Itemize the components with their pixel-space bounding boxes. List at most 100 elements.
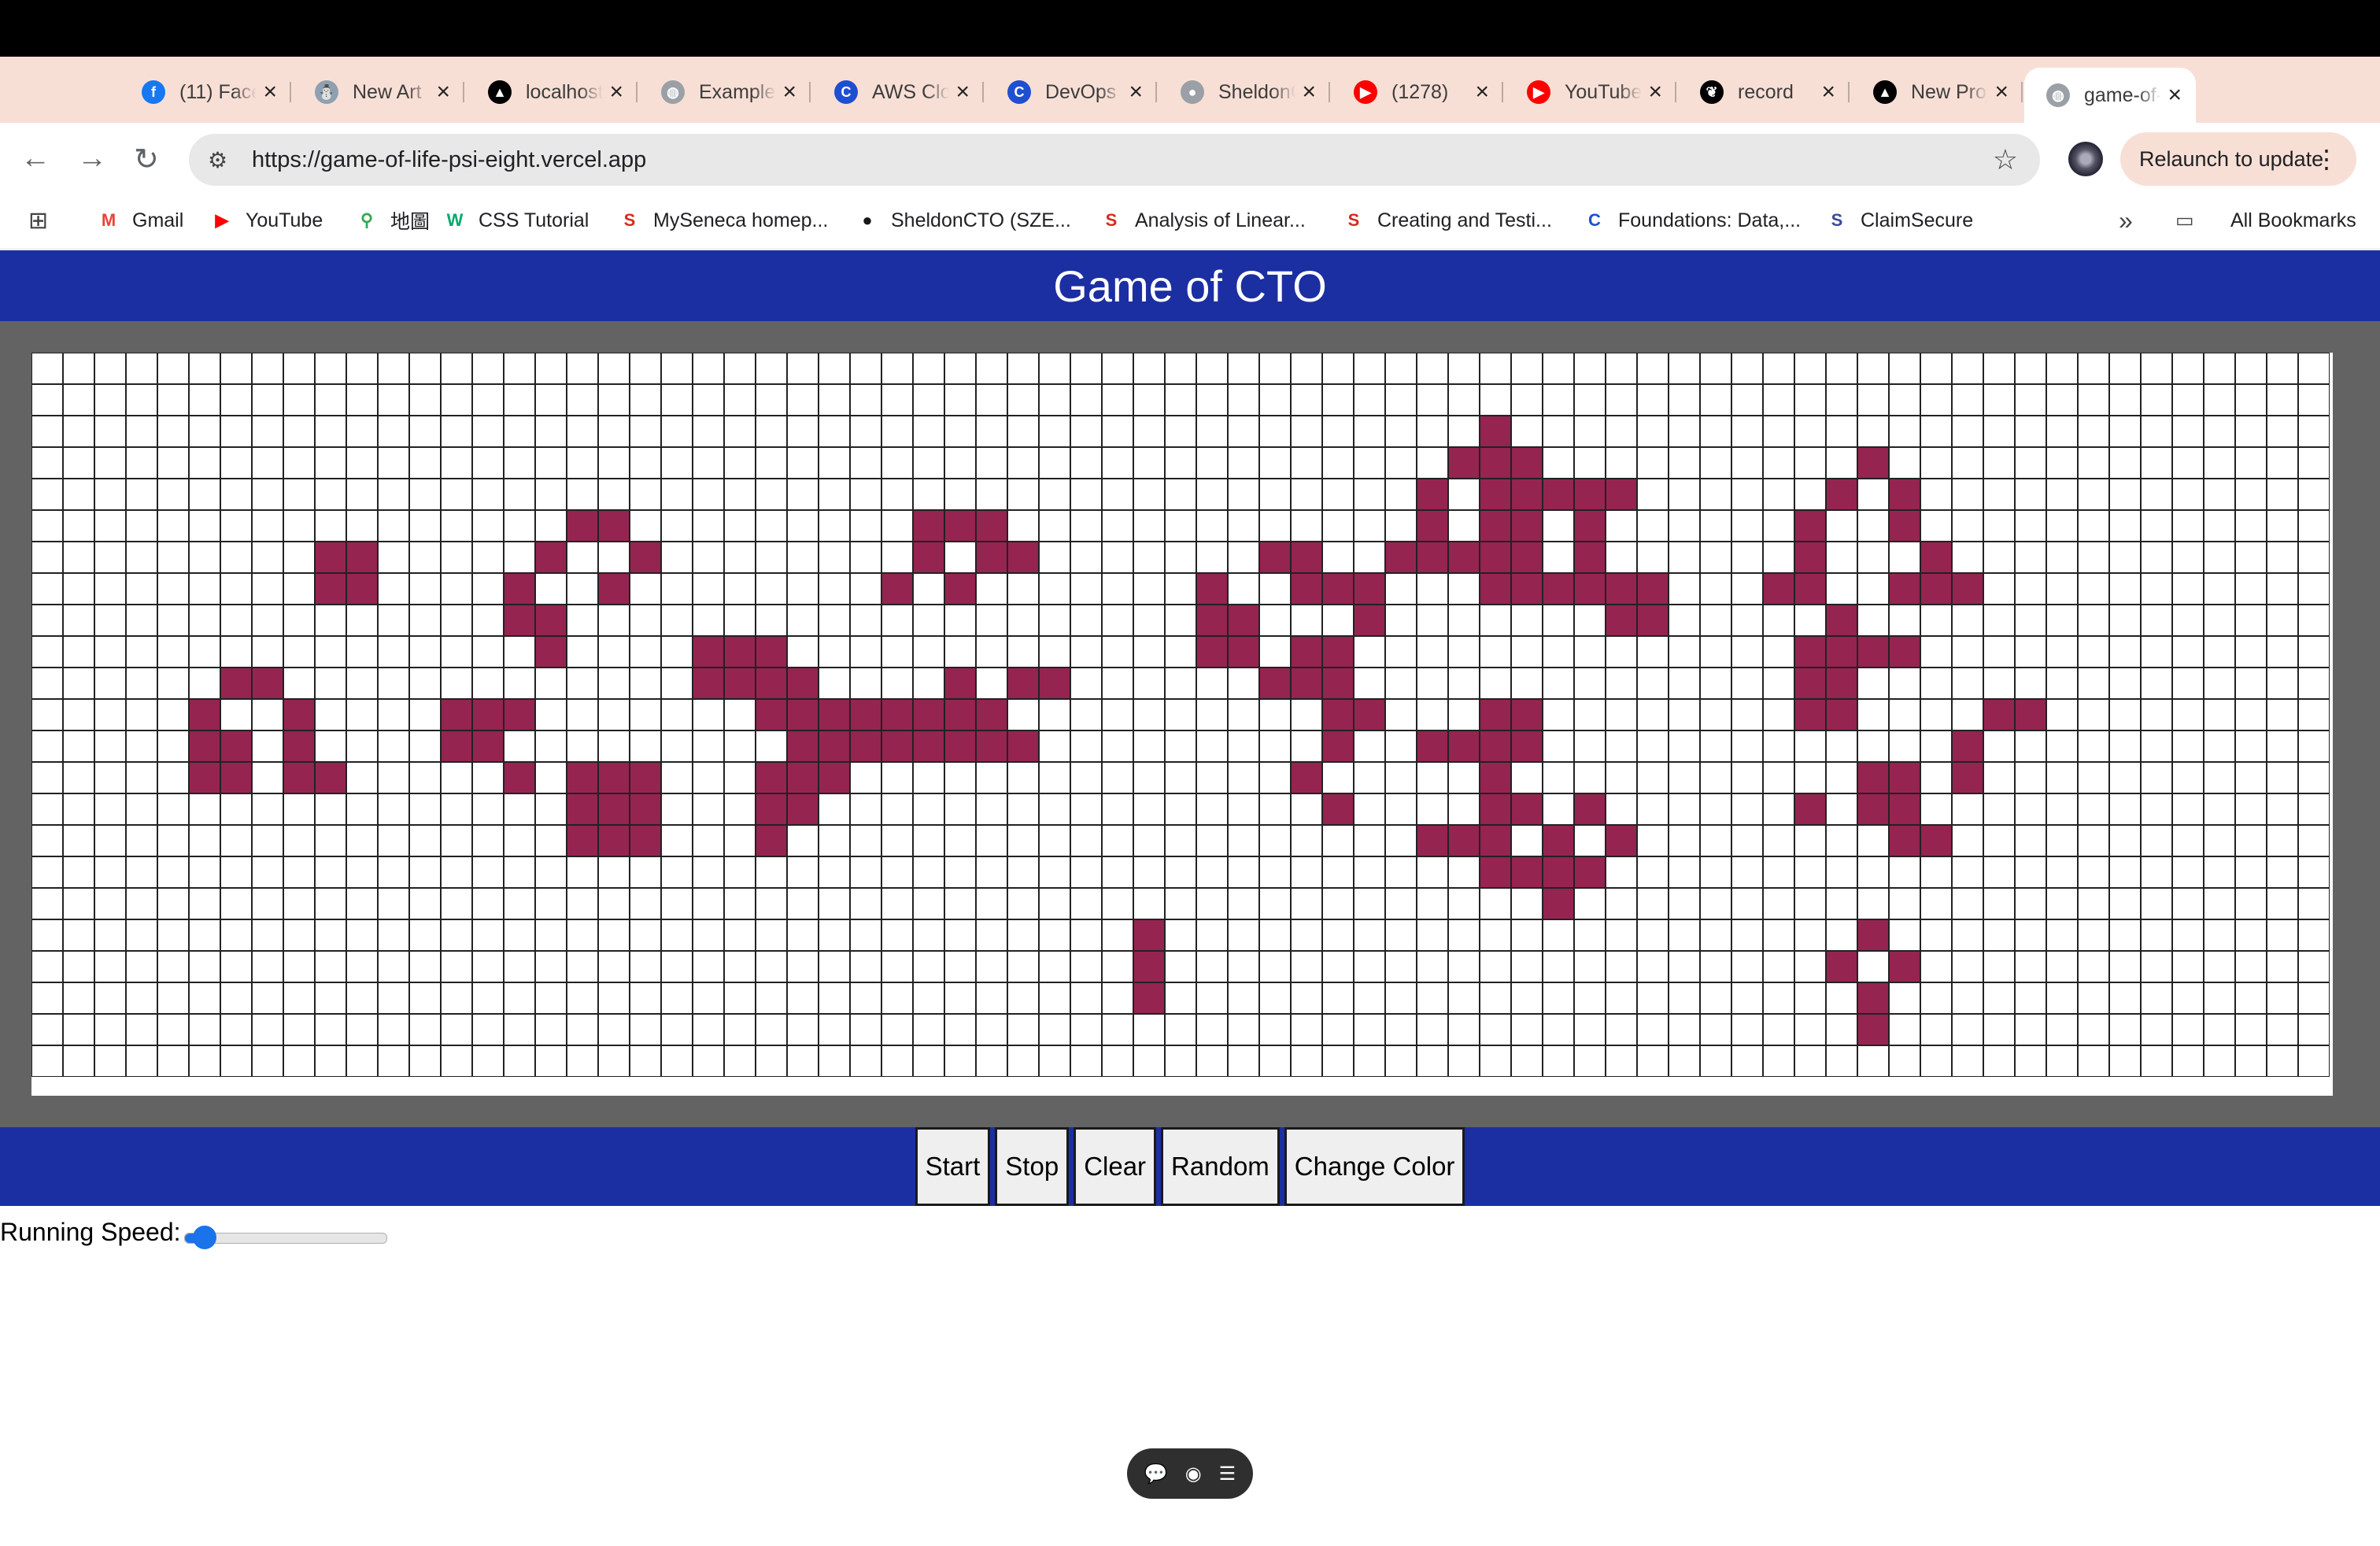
grid-cell[interactable] bbox=[441, 1045, 472, 1077]
grid-cell[interactable] bbox=[1385, 668, 1417, 699]
grid-cell[interactable] bbox=[1070, 353, 1102, 384]
grid-cell[interactable] bbox=[315, 1014, 346, 1045]
grid-cell[interactable] bbox=[472, 668, 504, 699]
grid-cell[interactable] bbox=[157, 510, 189, 542]
bookmark-item[interactable]: ⚲ 地圖 bbox=[356, 206, 430, 235]
grid-cell[interactable] bbox=[1039, 762, 1070, 793]
grid-cell[interactable] bbox=[2046, 982, 2078, 1014]
grid-cell[interactable] bbox=[1259, 762, 1291, 793]
grid-cell[interactable] bbox=[1637, 542, 1669, 573]
grid-cell[interactable] bbox=[315, 668, 346, 699]
grid-cell[interactable] bbox=[630, 479, 661, 510]
grid-cell[interactable] bbox=[1983, 919, 2015, 951]
grid-cell[interactable] bbox=[2172, 888, 2204, 919]
grid-cell[interactable] bbox=[724, 951, 756, 982]
grid-cell[interactable] bbox=[1417, 699, 1448, 730]
grid-cell-alive[interactable] bbox=[819, 730, 850, 762]
grid-cell-alive[interactable] bbox=[1889, 479, 1920, 510]
grid-cell[interactable] bbox=[2235, 416, 2267, 447]
grid-cell[interactable] bbox=[1322, 919, 1354, 951]
grid-cell[interactable] bbox=[1983, 730, 2015, 762]
grid-cell[interactable] bbox=[2141, 856, 2172, 888]
grid-cell[interactable] bbox=[567, 447, 598, 479]
grid-cell[interactable] bbox=[1259, 825, 1291, 856]
grid-cell[interactable] bbox=[1322, 888, 1354, 919]
grid-cell[interactable] bbox=[976, 353, 1007, 384]
grid-cell[interactable] bbox=[819, 542, 850, 573]
grid-cell[interactable] bbox=[661, 416, 693, 447]
grid-cell[interactable] bbox=[850, 1045, 881, 1077]
grid-cell[interactable] bbox=[976, 856, 1007, 888]
grid-cell[interactable] bbox=[1952, 542, 1983, 573]
grid-cell[interactable] bbox=[1669, 762, 1700, 793]
grid-cell[interactable] bbox=[1543, 510, 1574, 542]
grid-cell[interactable] bbox=[693, 919, 724, 951]
grid-cell-alive[interactable] bbox=[1196, 636, 1228, 668]
grid-cell-alive[interactable] bbox=[693, 668, 724, 699]
grid-cell[interactable] bbox=[2078, 384, 2109, 416]
grid-cell[interactable] bbox=[850, 605, 881, 636]
grid-cell[interactable] bbox=[1700, 951, 1731, 982]
grid-cell[interactable] bbox=[850, 762, 881, 793]
grid-cell[interactable] bbox=[441, 479, 472, 510]
grid-cell-alive[interactable] bbox=[1322, 573, 1354, 605]
grid-cell[interactable] bbox=[2172, 668, 2204, 699]
grid-cell-alive[interactable] bbox=[1889, 762, 1920, 793]
grid-cell[interactable] bbox=[2078, 668, 2109, 699]
grid-cell-alive[interactable] bbox=[598, 793, 630, 825]
grid-cell[interactable] bbox=[1196, 793, 1228, 825]
grid-cell[interactable] bbox=[1983, 668, 2015, 699]
grid-cell[interactable] bbox=[1417, 1045, 1448, 1077]
grid-cell-alive[interactable] bbox=[944, 668, 976, 699]
grid-cell[interactable] bbox=[1228, 699, 1259, 730]
grid-cell[interactable] bbox=[2078, 951, 2109, 982]
grid-cell[interactable] bbox=[693, 951, 724, 982]
grid-cell[interactable] bbox=[1165, 982, 1196, 1014]
grid-cell[interactable] bbox=[1228, 542, 1259, 573]
grid-cell[interactable] bbox=[1259, 510, 1291, 542]
grid-cell[interactable] bbox=[1889, 730, 1920, 762]
grid-cell[interactable] bbox=[2267, 951, 2298, 982]
grid-cell[interactable] bbox=[472, 762, 504, 793]
grid-cell[interactable] bbox=[1133, 668, 1165, 699]
grid-cell[interactable] bbox=[850, 668, 881, 699]
grid-cell[interactable] bbox=[31, 825, 63, 856]
grid-cell[interactable] bbox=[504, 856, 535, 888]
grid-cell[interactable] bbox=[1952, 825, 1983, 856]
grid-cell[interactable] bbox=[94, 668, 126, 699]
grid-cell[interactable] bbox=[881, 888, 913, 919]
grid-cell[interactable] bbox=[2235, 636, 2267, 668]
grid-cell[interactable] bbox=[1543, 416, 1574, 447]
grid-cell[interactable] bbox=[661, 982, 693, 1014]
grid-cell[interactable] bbox=[724, 699, 756, 730]
grid-cell[interactable] bbox=[630, 982, 661, 1014]
grid-cell[interactable] bbox=[881, 479, 913, 510]
grid-cell[interactable] bbox=[819, 919, 850, 951]
grid-cell[interactable] bbox=[567, 856, 598, 888]
grid-cell[interactable] bbox=[378, 919, 409, 951]
grid-cell[interactable] bbox=[1511, 1045, 1543, 1077]
grid-cell[interactable] bbox=[2015, 605, 2046, 636]
grid-cell[interactable] bbox=[441, 1014, 472, 1045]
grid-cell[interactable] bbox=[1983, 888, 2015, 919]
grid-cell[interactable] bbox=[787, 1014, 819, 1045]
grid-cell[interactable] bbox=[2298, 699, 2330, 730]
grid-cell[interactable] bbox=[1920, 919, 1952, 951]
grid-cell[interactable] bbox=[2141, 1014, 2172, 1045]
grid-cell[interactable] bbox=[630, 856, 661, 888]
grid-cell[interactable] bbox=[1196, 730, 1228, 762]
grid-cell[interactable] bbox=[31, 353, 63, 384]
grid-cell[interactable] bbox=[1543, 793, 1574, 825]
grid-cell[interactable] bbox=[1039, 856, 1070, 888]
grid-cell[interactable] bbox=[441, 636, 472, 668]
grid-cell[interactable] bbox=[346, 730, 378, 762]
grid-cell[interactable] bbox=[787, 605, 819, 636]
grid-cell[interactable] bbox=[409, 793, 441, 825]
grid-cell[interactable] bbox=[1983, 951, 2015, 982]
grid-cell[interactable] bbox=[1133, 605, 1165, 636]
grid-cell[interactable] bbox=[2235, 793, 2267, 825]
grid-cell[interactable] bbox=[63, 636, 94, 668]
grid-cell[interactable] bbox=[378, 636, 409, 668]
grid-cell[interactable] bbox=[1794, 1014, 1826, 1045]
grid-cell[interactable] bbox=[881, 982, 913, 1014]
